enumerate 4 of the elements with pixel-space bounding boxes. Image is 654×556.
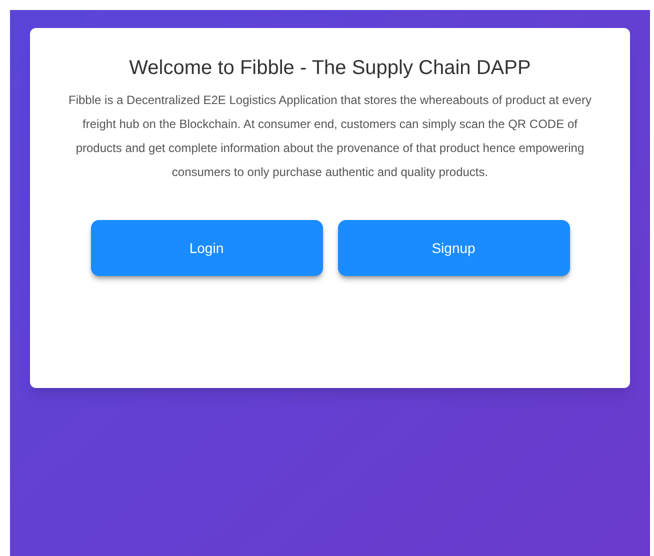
auth-button[interactable]: Login	[90, 220, 322, 276]
description-text: Fibble is a Decentralized E2E Logistics Application that stores the whereabouts of product at every freight hub on the Blockchain. At consumer end, customers can simply scan the QR CODE of products and get complete information about the provenance of that product hence empowering consumers to only purchase authentic and quality products.	[68, 92, 592, 181]
card-title: Welcome to Fibble - The Supply Chain DAPP	[129, 56, 531, 81]
auth-button[interactable]: Signup	[338, 220, 570, 276]
